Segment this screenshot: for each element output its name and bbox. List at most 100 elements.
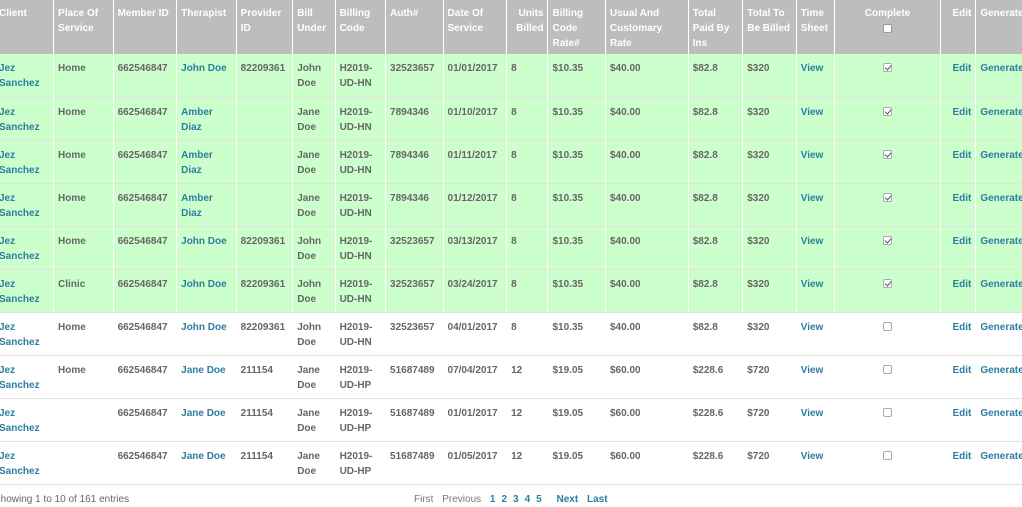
edit-link[interactable]: Edit [952,107,971,118]
header-billing-code[interactable]: Billing Code [335,0,387,54]
generate-link[interactable]: Generate [980,451,1022,462]
header-units-billed[interactable]: Units Billed [506,0,549,54]
edit-link[interactable]: Edit [952,63,971,74]
view-timesheet-link[interactable]: View [801,107,824,118]
header-time-sheet[interactable]: Time Sheet [796,0,836,54]
first-page-link[interactable]: First [414,494,433,505]
edit-link[interactable]: Edit [952,322,971,333]
view-timesheet-link[interactable]: View [801,279,824,290]
header-date-of-service[interactable]: Date Of Service [443,0,508,54]
generate-link[interactable]: Generate [980,150,1022,161]
complete-td [834,312,942,356]
edit-link[interactable]: Edit [952,408,971,419]
page-link[interactable]: 4 [525,494,531,505]
header-total-paid-by-ins[interactable]: Total Paid By Ins [688,0,744,54]
client-link[interactable]: Jez Sanchez [0,451,40,477]
header-usual-customary-rate[interactable]: Usual And Customary Rate [605,0,689,54]
therapist-link[interactable]: Amber Diaz [181,107,213,133]
client-link[interactable]: Jez Sanchez [0,150,40,176]
previous-page-link[interactable]: Previous [442,494,481,505]
header-billing-code-rate[interactable]: Billing Code Rate# [547,0,606,54]
header-member-id[interactable]: Member ID [113,0,178,54]
view-timesheet-link[interactable]: View [801,365,824,376]
therapist-link[interactable]: John Doe [181,63,227,74]
complete-checkbox[interactable] [883,235,893,245]
therapist-link[interactable]: Jane Doe [181,365,225,376]
usual-rate-cell: $60.00 [610,364,641,376]
generate-link[interactable]: Generate [980,107,1022,118]
units-billed-cell: 8 [511,63,517,74]
client-link[interactable]: Jez Sanchez [0,279,40,305]
auth-cell: 51687489 [390,407,435,419]
complete-checkbox[interactable] [883,278,893,288]
edit-link[interactable]: Edit [952,279,971,290]
therapist-link[interactable]: Amber Diaz [181,193,213,219]
page-link[interactable]: 2 [501,494,507,505]
view-timesheet-td: View [796,54,836,98]
generate-link[interactable]: Generate [980,408,1022,419]
page-link[interactable]: 5 [536,494,542,505]
client-link[interactable]: Jez Sanchez [0,408,40,434]
complete-checkbox[interactable] [883,106,893,116]
client-link[interactable]: Jez Sanchez [0,107,40,133]
generate-link[interactable]: Generate [980,193,1022,204]
therapist-link[interactable]: John Doe [181,236,227,247]
client-link[interactable]: Jez Sanchez [0,63,40,89]
generate-link[interactable]: Generate [980,365,1022,376]
edit-link[interactable]: Edit [952,236,971,247]
page-link[interactable]: 1 [490,494,496,505]
header-complete[interactable]: Complete [834,0,942,54]
view-timesheet-link[interactable]: View [801,408,824,419]
header-client[interactable]: Client [0,0,55,54]
header-auth[interactable]: Auth# [385,0,444,54]
client-link[interactable]: Jez Sanchez [0,193,40,219]
view-timesheet-link[interactable]: View [801,193,824,204]
auth-cell: 7894346 [390,149,429,161]
complete-checkbox[interactable] [883,192,893,202]
member-id-cell: 662546847 [117,149,168,161]
generate-link[interactable]: Generate [980,63,1022,74]
usual-rate-cell: $40.00 [610,63,641,74]
edit-link[interactable]: Edit [952,451,971,462]
header-edit[interactable]: Edit [940,0,977,54]
complete-checkbox[interactable] [883,364,893,374]
complete-checkbox[interactable] [883,450,893,460]
date-of-service-cell: 01/11/2017 [447,149,498,161]
place-of-service-cell: Home [58,149,86,161]
complete-checkbox[interactable] [883,63,893,72]
edit-link[interactable]: Edit [952,193,971,204]
edit-link[interactable]: Edit [952,150,971,161]
generate-link[interactable]: Generate [980,322,1022,333]
header-total-to-be-billed[interactable]: Total To Be Billed [742,0,797,54]
complete-checkbox[interactable] [883,407,893,417]
header-bill-under[interactable]: Bill Under [292,0,336,54]
client-link[interactable]: Jez Sanchez [0,322,40,348]
header-provider-id[interactable]: Provider ID [236,0,294,54]
member-id-cell-td: 662546847 [113,441,178,485]
next-page-link[interactable]: Next [557,494,579,505]
complete-checkbox[interactable] [883,321,893,331]
view-timesheet-link[interactable]: View [801,451,824,462]
therapist-link[interactable]: Jane Doe [181,451,225,462]
last-page-link[interactable]: Last [587,494,608,505]
generate-link[interactable]: Generate [980,236,1022,247]
header-generate[interactable]: Generate [975,0,1022,54]
therapist-link[interactable]: Amber Diaz [181,150,213,176]
therapist-link[interactable]: Jane Doe [181,408,225,419]
therapist-link[interactable]: John Doe [181,279,227,290]
client-link[interactable]: Jez Sanchez [0,365,40,391]
generate-link[interactable]: Generate [980,279,1022,290]
header-therapist[interactable]: Therapist [176,0,237,54]
select-all-checkbox[interactable] [883,24,893,33]
therapist-link[interactable]: John Doe [181,322,227,333]
usual-rate-cell-td: $40.00 [605,183,689,227]
page-link[interactable]: 3 [513,494,519,505]
edit-link[interactable]: Edit [952,365,971,376]
view-timesheet-link[interactable]: View [801,322,824,333]
header-place-of-service[interactable]: Place Of Service [53,0,114,54]
complete-checkbox[interactable] [883,149,893,159]
view-timesheet-link[interactable]: View [801,150,824,161]
view-timesheet-link[interactable]: View [801,63,824,74]
client-link[interactable]: Jez Sanchez [0,236,40,262]
view-timesheet-link[interactable]: View [801,236,824,247]
